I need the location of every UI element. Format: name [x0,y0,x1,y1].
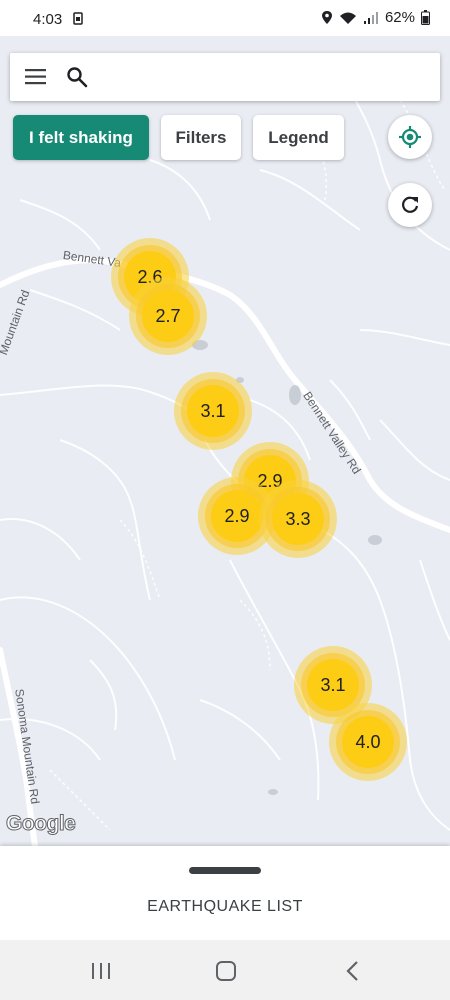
refresh-icon [402,196,419,213]
search-icon[interactable] [66,66,88,88]
earthquake-magnitude: 3.1 [187,385,239,437]
earthquake-magnitude: 3.1 [307,659,359,711]
signal-icon [363,11,378,24]
legend-button[interactable]: Legend [253,115,344,160]
earthquake-list-title[interactable]: EARTHQUAKE LIST [0,898,450,916]
navigation-bar [0,940,450,1000]
i-felt-shaking-button[interactable]: I felt shaking [13,115,149,160]
earthquake-magnitude: 2.7 [142,290,194,342]
sim-icon [73,12,83,25]
search-input[interactable] [102,65,426,91]
battery-icon [421,10,430,25]
battery-percentage: 62% [384,9,415,26]
recent-apps-icon[interactable] [90,960,112,982]
status-time: 4:03 [33,11,63,28]
my-location-icon [399,126,421,148]
my-location-button[interactable] [388,115,432,159]
filters-button[interactable]: Filters [161,115,241,160]
status-bar: 4:03 62% [0,0,450,36]
refresh-button[interactable] [388,183,432,227]
google-attribution: Google [5,812,76,836]
earthquake-magnitude: 3.3 [272,493,324,545]
search-bar [10,53,440,101]
wifi-icon [339,12,356,24]
back-icon[interactable] [342,960,364,982]
menu-icon[interactable] [25,68,47,86]
earthquake-magnitude: 2.9 [211,490,263,542]
drag-handle[interactable] [189,867,261,874]
earthquake-magnitude: 4.0 [342,716,394,768]
earthquake-list-sheet[interactable]: EARTHQUAKE LIST [0,846,450,940]
home-icon[interactable] [215,960,237,982]
location-icon [321,11,332,24]
